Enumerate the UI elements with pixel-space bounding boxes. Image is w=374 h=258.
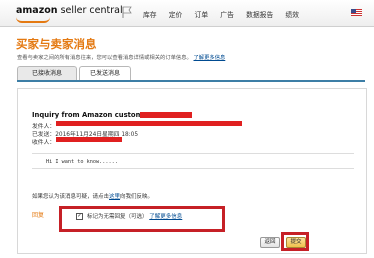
report-text-after: 向我们反映。 [120, 194, 154, 200]
subtitle-text: 查看与卖家之间的所有消息往来，您可以查看消息详情或相关的订单信息。 [17, 55, 192, 61]
no-reply-checkbox-label: 标记为无需回复（可选） 了解更多信息 [87, 212, 182, 220]
main-nav: 库存 定价 订单 广告 数据报告 绩效 [143, 9, 309, 19]
logo-main-text: amazon [16, 5, 58, 16]
nav-item-advertising[interactable]: 广告 [220, 11, 234, 19]
submit-button[interactable]: 提交 [286, 237, 306, 248]
nav-item-orders[interactable]: 订单 [195, 11, 209, 19]
top-bar: amazon seller central 库存 定价 订单 广告 数据报告 绩… [0, 0, 374, 27]
flag-icon[interactable] [122, 6, 132, 18]
message-body: Hi I want to know...... [46, 159, 118, 165]
reply-label: 回复 [32, 212, 45, 219]
tab-sent[interactable]: 已发送消息 [79, 66, 131, 80]
redaction-bar [140, 112, 192, 118]
to-row: 收件人： [32, 137, 55, 146]
report-link[interactable]: 这里 [109, 194, 120, 200]
logo-smile-icon [16, 17, 50, 23]
page-title: 买家与卖家消息 [16, 37, 97, 51]
us-flag-icon[interactable] [351, 9, 362, 16]
report-text-before: 如果您认为该消息可疑，请点击 [32, 194, 110, 200]
to-label: 收件人： [32, 140, 56, 146]
nav-item-reports[interactable]: 数据报告 [246, 11, 273, 19]
tab-underline [17, 80, 365, 82]
subtitle-learn-more-link[interactable]: 了解更多信息 [194, 55, 226, 61]
no-reply-checkbox[interactable]: ✓ [76, 213, 83, 220]
redaction-bar [56, 137, 122, 142]
logo-sub-text: seller central [60, 5, 123, 16]
report-text: 如果您认为该消息可疑，请点击这里向我们反映。 [32, 192, 153, 200]
nav-item-performance[interactable]: 绩效 [285, 11, 299, 19]
back-button[interactable]: 返回 [260, 237, 280, 248]
page-subtitle: 查看与卖家之间的所有消息往来，您可以查看消息详情或相关的订单信息。 了解更多信息 [17, 53, 225, 61]
redaction-bar [56, 121, 242, 126]
tab-received[interactable]: 已接收消息 [17, 66, 77, 80]
reply-learn-more-link[interactable]: 了解更多信息 [149, 214, 182, 220]
nav-item-inventory[interactable]: 库存 [143, 11, 157, 19]
amazon-seller-central-logo[interactable]: amazon seller central [16, 5, 123, 23]
nav-item-pricing[interactable]: 定价 [169, 11, 183, 19]
message-subject: Inquiry from Amazon customer [32, 111, 151, 119]
message-panel: Inquiry from Amazon customer 发件人： 已发送：20… [17, 88, 367, 254]
checkbox-label-text: 标记为无需回复（可选） [87, 214, 148, 220]
